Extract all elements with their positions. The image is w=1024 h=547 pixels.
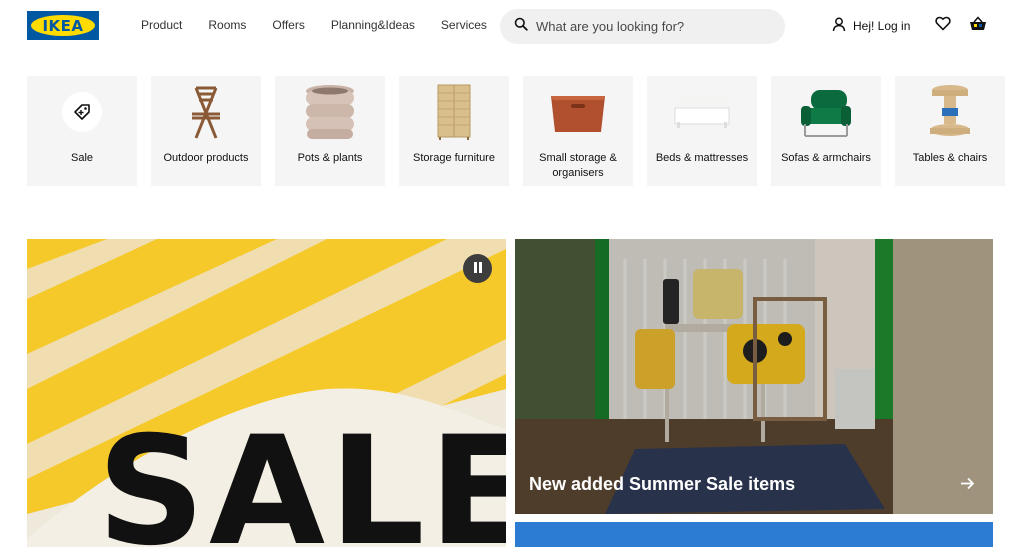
site-header: IKEA Product Rooms Offers Planning&Ideas… [0,0,1024,52]
nav-rooms[interactable]: Rooms [208,18,246,32]
category-label: Storage furniture [413,152,495,164]
cart-button[interactable] [969,15,987,37]
login-link[interactable]: Hej! Log in [832,17,910,35]
category-label: Sale [70,152,94,164]
category-label: Sofas & armchairs [781,152,871,164]
pause-icon [473,260,483,278]
favourites-button[interactable] [934,16,952,36]
stool-image [895,82,1005,142]
search-bar[interactable] [500,9,785,44]
category-label: Small storage & organisers [539,152,617,179]
person-icon [832,17,846,35]
sale-headline: SALE [97,405,506,547]
login-label: Hej! Log in [853,19,911,33]
category-small-storage[interactable]: Small storage & organisers [523,76,633,186]
category-image [27,82,137,142]
plant-pot-image [275,82,385,142]
category-label: Outdoor products [163,152,249,164]
category-beds-mattresses[interactable]: Beds & mattresses [647,76,757,186]
category-strip: Sale Outdoor products Pots & plants Stor… [27,76,1005,186]
category-sofas-armchairs[interactable]: Sofas & armchairs [771,76,881,186]
nav-planning-ideas[interactable]: Planning&Ideas [331,18,415,32]
arrow-right-icon[interactable] [960,477,975,495]
sale-tag-icon [62,92,102,132]
search-input[interactable] [536,19,766,34]
logo-oval: IKEA [31,15,95,36]
balcony-photo [515,239,993,514]
logo-text: IKEA [42,16,84,35]
category-outdoor[interactable]: Outdoor products [151,76,261,186]
sale-hero-banner[interactable]: SALE [27,239,506,547]
ikea-logo[interactable]: IKEA [27,11,99,40]
category-pots-plants[interactable]: Pots & plants [275,76,385,186]
heart-icon [935,16,951,36]
folding-chair-image [151,82,261,142]
search-icon [514,17,528,36]
category-label: Beds & mattresses [655,152,749,164]
bed-image [647,82,757,142]
basket-icon [969,15,987,37]
nav-services[interactable]: Services [441,18,487,32]
storage-box-image [523,82,633,142]
cabinet-image [399,82,509,142]
pause-button[interactable] [463,254,492,283]
summer-sale-card[interactable]: New added Summer Sale items [515,239,993,514]
next-card-preview[interactable] [515,522,993,547]
category-label: Pots & plants [297,152,363,164]
main-nav: Product Rooms Offers Planning&Ideas Serv… [141,18,513,32]
category-sale[interactable]: Sale [27,76,137,186]
card-title: New added Summer Sale items [529,474,796,494]
armchair-image [771,82,881,142]
nav-product[interactable]: Product [141,18,182,32]
category-label: Tables & chairs [912,152,988,164]
nav-offers[interactable]: Offers [272,18,304,32]
category-tables-chairs[interactable]: Tables & chairs [895,76,1005,186]
category-storage-furniture[interactable]: Storage furniture [399,76,509,186]
